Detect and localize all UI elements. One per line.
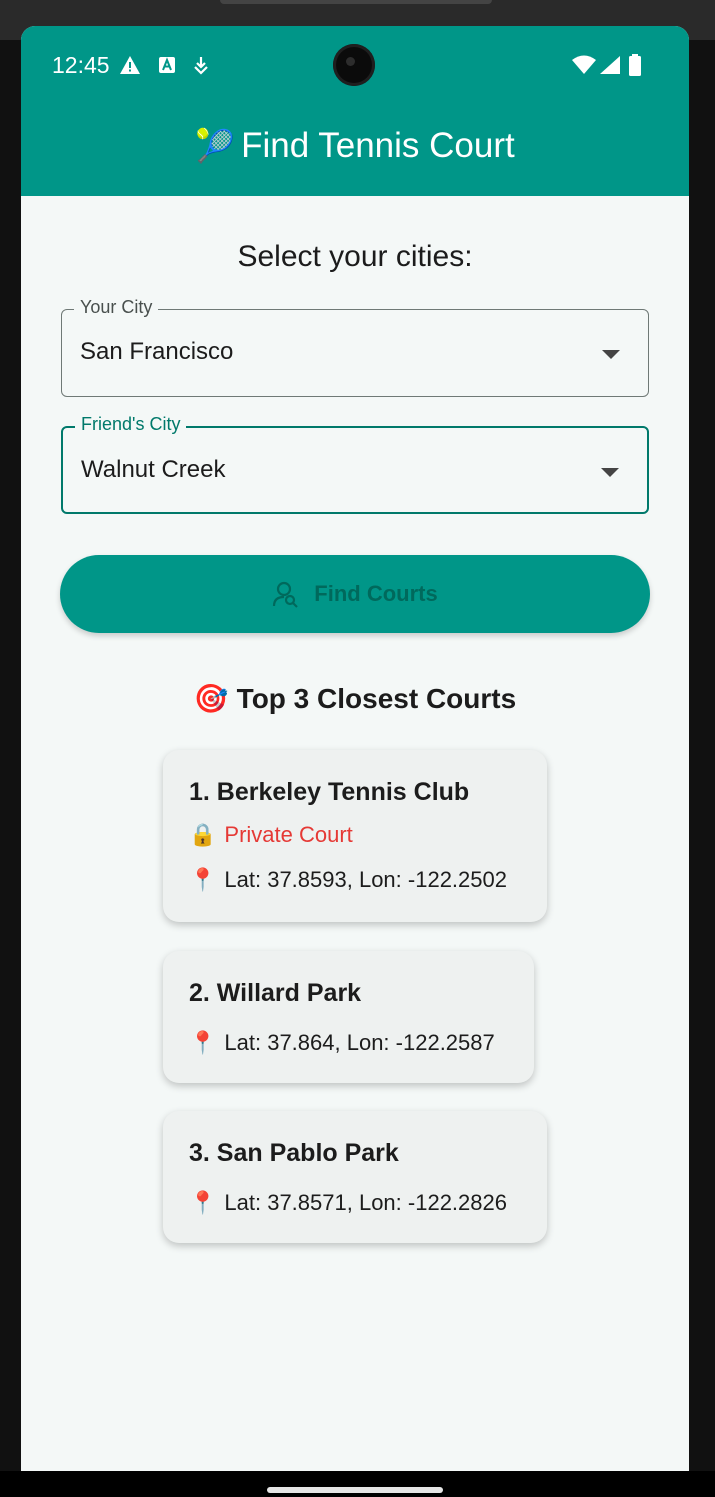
home-gesture-handle[interactable] [267, 1487, 443, 1493]
find-courts-label: Find Courts [314, 581, 438, 606]
court-card[interactable]: 3. San Pablo Park 📍 Lat: 37.8571, Lon: -1… [163, 1111, 547, 1243]
court-card[interactable]: 1. Berkeley Tennis Club 🔒 Private Court 📍… [163, 750, 547, 922]
status-time: 12:45 [52, 52, 110, 78]
lock-icon: 🔒 [189, 822, 217, 847]
results-title: 🎯 Top 3 Closest Courts [21, 682, 689, 715]
dropdown-arrow-icon[interactable] [601, 468, 619, 477]
court-coordinates: 📍 Lat: 37.8571, Lon: -122.2826 [189, 1190, 507, 1216]
private-court-badge: 🔒 Private Court [189, 822, 353, 848]
friends-city-dropdown[interactable]: Friend's City Walnut Creek [61, 414, 649, 514]
cities-heading: Select your cities: [237, 240, 473, 273]
your-city-value: San Francisco [80, 338, 234, 365]
results-title-text: Top 3 Closest Courts [236, 683, 517, 714]
pin-icon: 📍 [189, 867, 217, 892]
coords-text: Lat: 37.864, Lon: -122.2587 [224, 1030, 495, 1055]
court-name: 3. San Pablo Park [189, 1139, 399, 1167]
signal-icon [599, 54, 621, 76]
dropdown-arrow-icon[interactable] [602, 350, 620, 359]
friends-city-label: Friend's City [75, 414, 187, 435]
private-court-text: Private Court [224, 822, 353, 847]
court-card[interactable]: 2. Willard Park 📍 Lat: 37.864, Lon: -122.… [163, 951, 534, 1083]
battery-icon [628, 54, 642, 76]
download-icon [193, 54, 209, 76]
a-badge-icon [158, 54, 176, 76]
front-camera [333, 44, 375, 86]
court-name: 1. Berkeley Tennis Club [189, 778, 470, 806]
app-screen: 12:45 🎾 Find Tennis Court Select your ci… [21, 26, 689, 1471]
find-courts-button[interactable]: Find Courts [60, 555, 650, 633]
court-name: 2. Willard Park [189, 979, 362, 1007]
wifi-icon [571, 54, 597, 76]
device-frame: 12:45 🎾 Find Tennis Court Select your ci… [0, 0, 715, 1497]
your-city-label: Your City [74, 297, 159, 318]
pin-icon: 📍 [189, 1190, 217, 1215]
app-title: 🎾 Find Tennis Court [21, 126, 689, 166]
friends-city-value: Walnut Creek [81, 456, 226, 483]
your-city-dropdown[interactable]: Your City San Francisco [61, 297, 649, 397]
coords-text: Lat: 37.8593, Lon: -122.2502 [224, 867, 507, 892]
app-title-text: Find Tennis Court [241, 126, 515, 165]
coords-text: Lat: 37.8571, Lon: -122.2826 [224, 1190, 507, 1215]
status-bar: 12:45 [21, 26, 689, 106]
court-coordinates: 📍 Lat: 37.864, Lon: -122.2587 [189, 1030, 495, 1056]
warning-icon [119, 54, 141, 76]
pin-icon: 📍 [189, 1030, 217, 1055]
person-search-icon [272, 580, 300, 608]
target-icon: 🎯 [193, 683, 229, 714]
navigation-bar [0, 1471, 715, 1497]
court-coordinates: 📍 Lat: 37.8593, Lon: -122.2502 [189, 867, 507, 893]
tennis-racket-icon: 🎾 [195, 128, 236, 164]
app-bar: 12:45 🎾 Find Tennis Court [21, 26, 689, 196]
